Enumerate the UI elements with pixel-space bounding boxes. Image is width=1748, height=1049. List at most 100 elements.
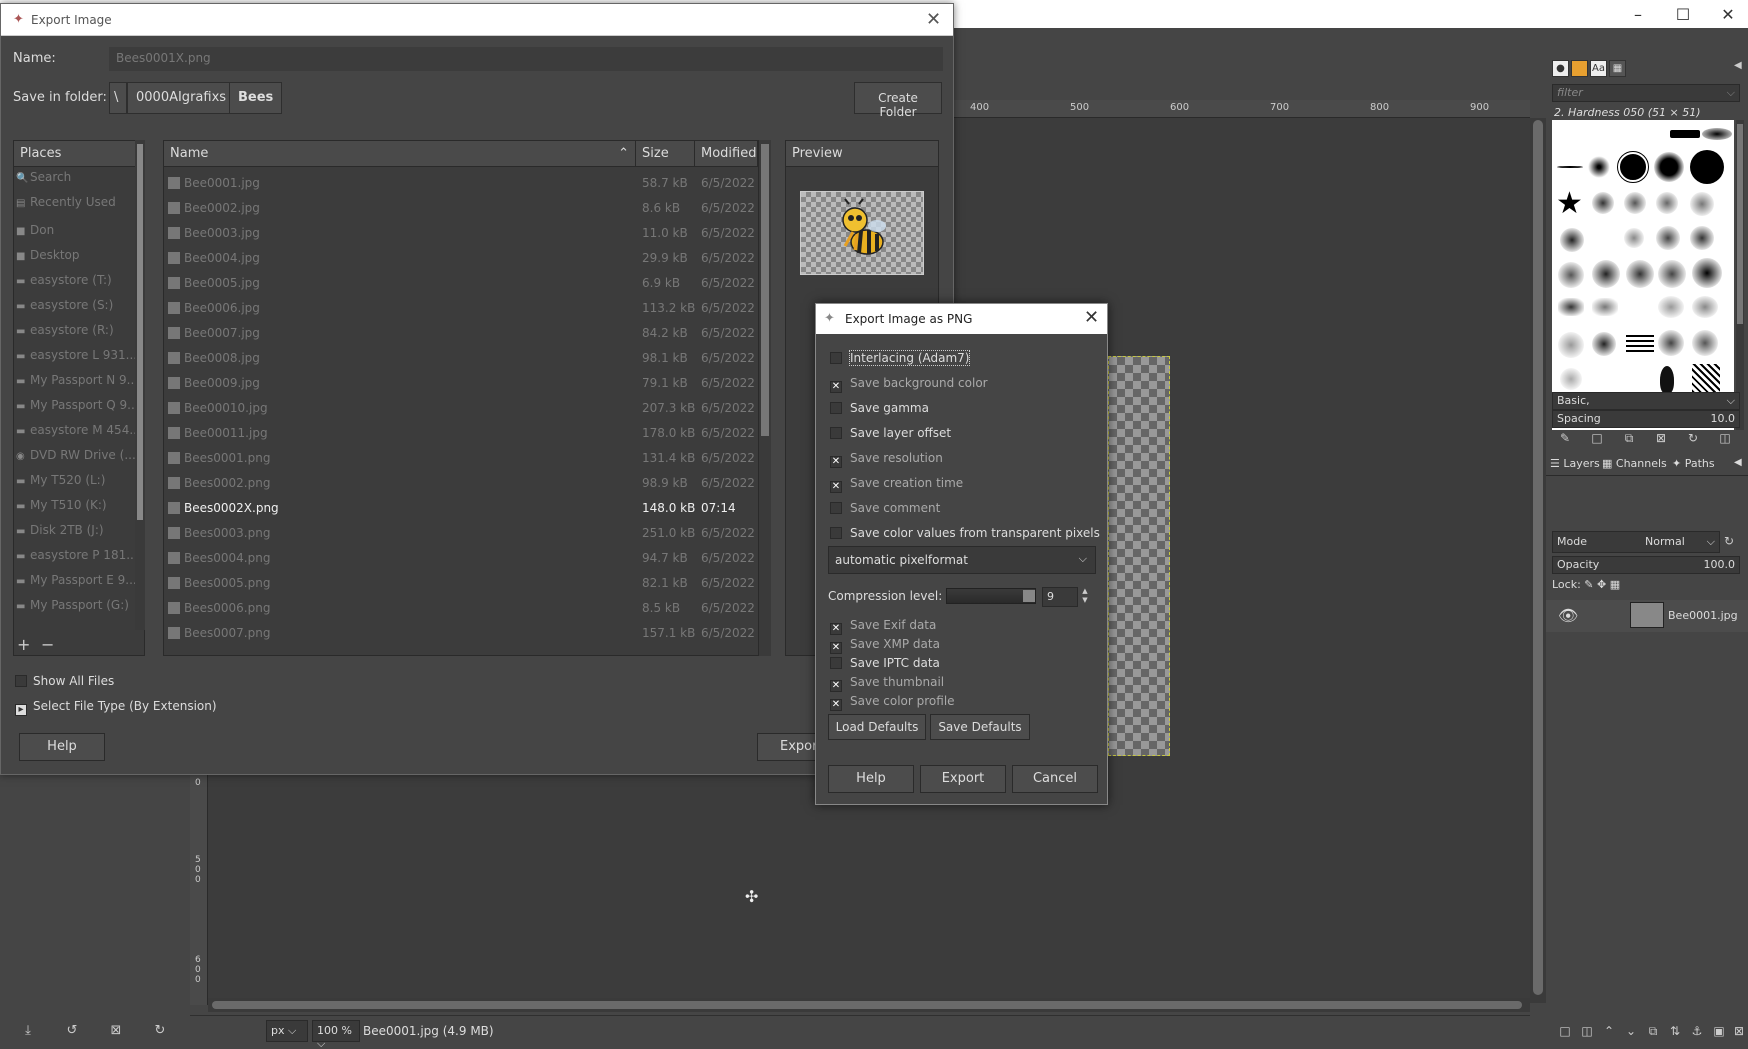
dock-menu-icon[interactable]: ◀: [1734, 60, 1742, 71]
new-brush-icon[interactable]: □: [1588, 431, 1606, 449]
file-list-scrollbar[interactable]: [759, 140, 771, 656]
brushes-tab-icon[interactable]: ●: [1552, 60, 1569, 77]
save-preset-icon[interactable]: ⤓: [18, 1023, 38, 1043]
layers-dock-menu-icon[interactable]: ◀: [1734, 457, 1742, 468]
save-defaults-button[interactable]: Save Defaults: [930, 714, 1030, 740]
duplicate-brush-icon[interactable]: ⧉: [1620, 431, 1638, 449]
file-row[interactable]: Bee0007.jpg 84.2 kB 6/5/2022: [164, 321, 758, 346]
place-drive[interactable]: ▬ easystore M 454...: [16, 423, 141, 437]
place-don[interactable]: ■ Don: [16, 223, 54, 237]
breadcrumb-bees[interactable]: Bees: [229, 82, 283, 114]
layer-mode-select[interactable]: Mode Normal ⌵: [1552, 531, 1720, 553]
file-row[interactable]: Bees0004.png 94.7 kB 6/5/2022: [164, 546, 758, 571]
metadata-option-checkbox[interactable]: ✕ Save XMP data: [830, 637, 940, 654]
image-canvas[interactable]: [1108, 356, 1170, 756]
patterns-tab-icon[interactable]: [1571, 60, 1588, 77]
raise-layer-icon[interactable]: ⌃: [1600, 1024, 1618, 1042]
column-header-modified[interactable]: Modified: [695, 141, 758, 167]
mask-layer-icon[interactable]: ▣: [1710, 1024, 1728, 1042]
column-header-size[interactable]: Size: [636, 141, 695, 167]
tab-paths[interactable]: ✦ Paths: [1672, 457, 1715, 470]
remove-bookmark-icon[interactable]: −: [41, 635, 54, 654]
file-row[interactable]: Bee0006.jpg 113.2 kB 6/5/2022: [164, 296, 758, 321]
place-recently-used[interactable]: ▤ Recently Used: [16, 195, 116, 209]
edit-brush-icon[interactable]: ✎: [1556, 431, 1574, 449]
slider-handle[interactable]: [1023, 590, 1035, 602]
brush-grid-scrollbar[interactable]: [1736, 120, 1744, 430]
file-row[interactable]: Bee0002.jpg 8.6 kB 6/5/2022: [164, 196, 758, 221]
canvas-horizontal-scrollbar[interactable]: [208, 998, 1530, 1012]
place-dvd[interactable]: ◉ DVD RW Drive (...: [16, 448, 136, 462]
unit-select[interactable]: px ⌵: [266, 1020, 308, 1042]
fonts-tab-icon[interactable]: Aa: [1590, 60, 1607, 77]
place-drive[interactable]: ▬ easystore (R:): [16, 323, 114, 337]
file-row[interactable]: Bee0004.jpg 29.9 kB 6/5/2022: [164, 246, 758, 271]
pixelformat-select[interactable]: automatic pixelformat ⌵: [828, 546, 1096, 574]
tab-channels[interactable]: ▦ Channels: [1602, 457, 1667, 470]
place-drive[interactable]: ▬ easystore L 931...: [16, 348, 137, 362]
metadata-option-checkbox[interactable]: ✕ Save color profile: [830, 694, 955, 711]
delete-layer-icon[interactable]: ⊠: [1730, 1024, 1748, 1042]
opacity-slider[interactable]: Opacity 100.0: [1552, 556, 1740, 574]
canvas-vertical-scrollbar[interactable]: [1530, 118, 1546, 1003]
place-search[interactable]: 🔍 Search: [16, 170, 71, 184]
file-row[interactable]: Bees0006.png 8.5 kB 6/5/2022: [164, 596, 758, 621]
open-brush-icon[interactable]: ◫: [1716, 431, 1734, 449]
help-button[interactable]: Help: [19, 733, 105, 761]
file-row[interactable]: Bees0002X.png 148.0 kB 07:14: [164, 496, 758, 521]
layer-row[interactable]: 👁 Bee0001.jpg: [1546, 600, 1748, 632]
breadcrumb-root[interactable]: \: [109, 82, 127, 114]
new-layer-group-icon[interactable]: ◫: [1578, 1024, 1596, 1042]
delete-brush-icon[interactable]: ⊠: [1652, 431, 1670, 449]
gradients-tab-icon[interactable]: ▦: [1609, 60, 1626, 77]
create-folder-button[interactable]: Create Folder: [854, 82, 942, 119]
lock-position-icon[interactable]: ✥: [1597, 578, 1606, 591]
close-icon[interactable]: ✕: [926, 9, 941, 30]
anchor-layer-icon[interactable]: ⚓: [1688, 1024, 1706, 1042]
place-drive[interactable]: ▬ My Passport (G:): [16, 598, 129, 612]
place-drive[interactable]: ▬ Disk 2TB (J:): [16, 523, 104, 537]
png-option-checkbox[interactable]: Interlacing (Adam7): [830, 350, 971, 366]
place-drive[interactable]: ▬ My Passport N 9...: [16, 373, 138, 387]
new-layer-icon[interactable]: □: [1556, 1024, 1574, 1042]
place-drive[interactable]: ▬ easystore (S:): [16, 298, 113, 312]
filename-input[interactable]: Bees0001X.png: [109, 47, 943, 71]
add-bookmark-icon[interactable]: +: [17, 635, 30, 654]
place-desktop[interactable]: ■ Desktop: [16, 248, 80, 262]
png-help-button[interactable]: Help: [828, 765, 914, 793]
file-row[interactable]: Bee0001.jpg 58.7 kB 6/5/2022: [164, 171, 758, 196]
lower-layer-icon[interactable]: ⌄: [1622, 1024, 1640, 1042]
lock-alpha-icon[interactable]: ▦: [1610, 578, 1620, 591]
png-option-checkbox[interactable]: Save layer offset: [830, 426, 951, 440]
tab-layers[interactable]: ☰ Layers: [1550, 457, 1600, 470]
file-row[interactable]: Bees0005.png 82.1 kB 6/5/2022: [164, 571, 758, 596]
visibility-eye-icon[interactable]: 👁: [1558, 606, 1578, 625]
load-defaults-button[interactable]: Load Defaults: [828, 714, 926, 740]
file-row[interactable]: Bee0008.jpg 98.1 kB 6/5/2022: [164, 346, 758, 371]
file-row[interactable]: Bees0002.png 98.9 kB 6/5/2022: [164, 471, 758, 496]
place-drive[interactable]: ▬ My T510 (K:): [16, 498, 107, 512]
close-icon[interactable]: ✕: [1084, 307, 1099, 328]
merge-layer-icon[interactable]: ⇅: [1666, 1024, 1684, 1042]
compression-spin-icon[interactable]: ▲ ▼: [1078, 587, 1092, 607]
mode-reset-icon[interactable]: ↻: [1724, 534, 1734, 548]
file-row[interactable]: Bees0007.png 157.1 kB 6/5/2022: [164, 621, 758, 646]
lock-pixels-icon[interactable]: ✎: [1584, 578, 1593, 591]
export-button[interactable]: Export: [757, 733, 819, 761]
duplicate-layer-icon[interactable]: ⧉: [1644, 1024, 1662, 1042]
place-drive[interactable]: ▬ My Passport Q 9...: [16, 398, 139, 412]
png-option-checkbox[interactable]: Save color values from transparent pixel…: [830, 526, 1100, 540]
compression-level-slider[interactable]: [946, 588, 1036, 604]
metadata-option-checkbox[interactable]: ✕ Save Exif data: [830, 618, 936, 635]
png-option-checkbox[interactable]: ✕ Save background color: [830, 376, 988, 393]
zoom-select[interactable]: 100 % ⌵: [312, 1020, 360, 1049]
maximize-icon[interactable]: ☐: [1660, 0, 1706, 28]
restore-icon[interactable]: ↺: [62, 1023, 82, 1043]
png-export-button[interactable]: Export: [920, 765, 1006, 793]
delete-icon[interactable]: ⊠: [106, 1023, 126, 1043]
window-close-icon[interactable]: ✕: [1705, 0, 1748, 28]
place-drive[interactable]: ▬ My T520 (L:): [16, 473, 105, 487]
file-row[interactable]: Bee00011.jpg 178.0 kB 6/5/2022: [164, 421, 758, 446]
reset-icon[interactable]: ↻: [150, 1023, 170, 1043]
png-option-checkbox[interactable]: Save gamma: [830, 401, 929, 415]
